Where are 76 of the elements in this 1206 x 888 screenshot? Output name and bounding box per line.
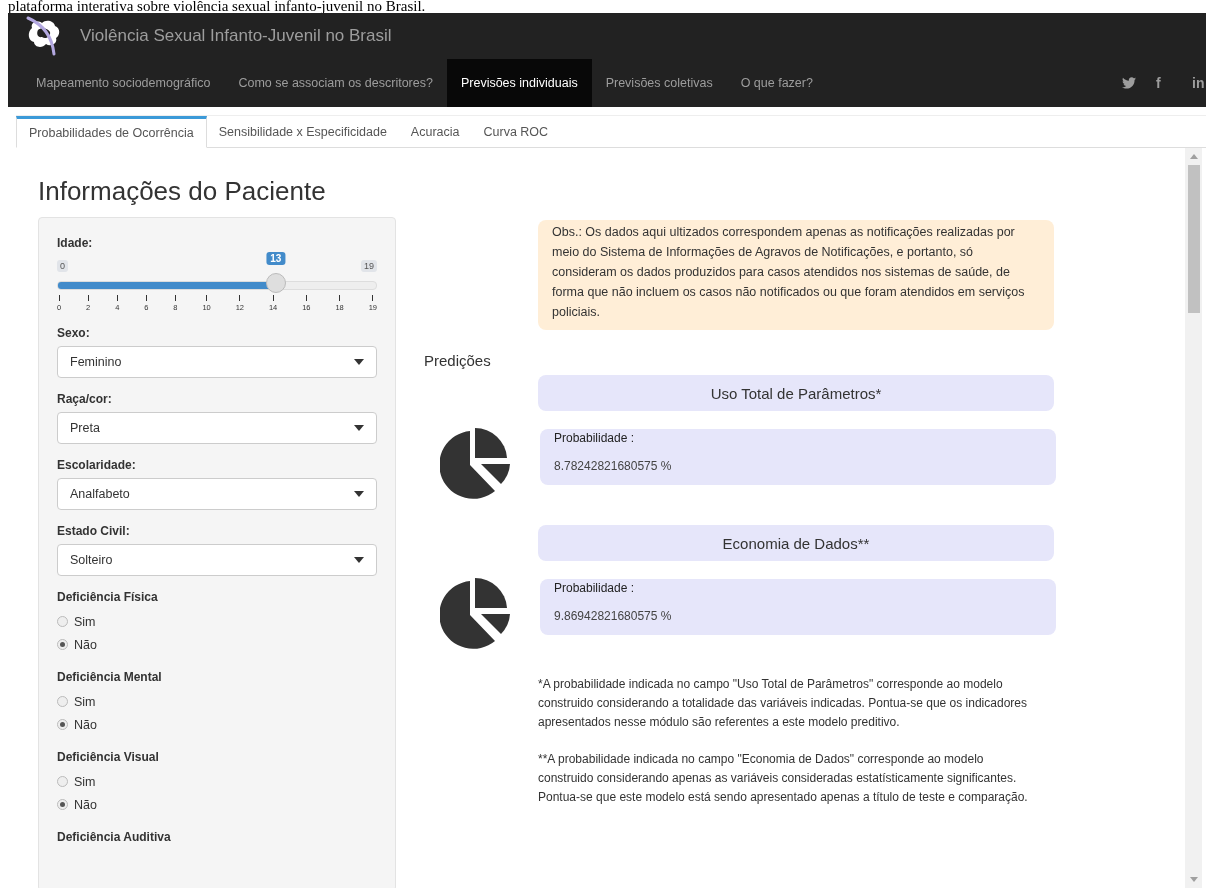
- radio-button[interactable]: [57, 776, 68, 787]
- select-field[interactable]: Preta: [57, 412, 377, 444]
- site-title: Violência Sexual Infanto-Juvenil no Brasil: [80, 26, 392, 46]
- social-link[interactable]: f: [1156, 75, 1170, 91]
- slider-value: 13: [266, 252, 286, 265]
- scrollbar[interactable]: [1185, 148, 1202, 888]
- radio-label[interactable]: Não: [74, 637, 97, 652]
- nav-link[interactable]: O que fazer?: [726, 59, 827, 107]
- probability-value: 9.86942821680575 %: [554, 609, 673, 623]
- field-label: Deficiência Física: [57, 590, 159, 604]
- field-label: Deficiência Mental: [57, 670, 163, 684]
- tick-mark: [58, 295, 60, 301]
- tick-mark: [339, 295, 341, 301]
- scroll-up-icon[interactable]: [1189, 154, 1198, 159]
- radio-label[interactable]: Não: [74, 717, 97, 732]
- slider-min: 0: [57, 260, 68, 272]
- select-field[interactable]: Feminino: [57, 346, 377, 378]
- bird-icon[interactable]: [1122, 77, 1136, 89]
- radio-label[interactable]: Sim: [74, 694, 96, 709]
- tick-mark: [372, 295, 374, 301]
- tab[interactable]: Sensibilidade x Especificidade: [206, 116, 399, 147]
- radio-button[interactable]: [57, 616, 68, 627]
- section-label: Predições: [424, 352, 492, 369]
- nav-link[interactable]: Previsões individuais: [446, 59, 592, 107]
- tick-mark: [174, 295, 176, 301]
- select-field[interactable]: Analfabeto: [57, 478, 377, 510]
- slider-max: 19: [361, 260, 377, 272]
- social-link[interactable]: in: [1192, 75, 1206, 91]
- prediction-title: Uso Total de Parâmetros*: [538, 375, 1054, 411]
- page-caption: plataforma interativa sobre violência sexual infanto-juvenil no Brasil.: [8, 0, 426, 13]
- scroll-down-icon[interactable]: [1189, 877, 1198, 882]
- tick-mark: [305, 295, 307, 301]
- tab[interactable]: Curva ROC: [471, 116, 561, 147]
- radio-button[interactable]: [57, 696, 68, 707]
- nav-link[interactable]: Como se associam os descritores?: [224, 59, 447, 107]
- field-label: Idade:: [57, 236, 94, 250]
- radio-button[interactable]: [57, 799, 68, 810]
- tick-mark: [206, 295, 208, 301]
- slider-handle[interactable]: [265, 273, 286, 293]
- caret-icon: [354, 359, 364, 365]
- radio-button[interactable]: [57, 719, 68, 730]
- field-label: Deficiência Visual: [57, 750, 160, 764]
- slider-track[interactable]: [57, 281, 377, 290]
- select-field[interactable]: Solteiro: [57, 544, 377, 576]
- caret-icon: [354, 557, 364, 563]
- tick-mark: [87, 295, 89, 301]
- tab[interactable]: Acuracia: [398, 116, 472, 147]
- tick-mark: [272, 295, 274, 301]
- radio-button[interactable]: [57, 639, 68, 650]
- field-label: Escolaridade:: [57, 458, 137, 472]
- caret-icon: [354, 425, 364, 431]
- tab[interactable]: Probabilidades de Ocorrência: [16, 116, 207, 148]
- nav-link[interactable]: Mapeamento sociodemográfico: [22, 59, 225, 107]
- radio-label[interactable]: Não: [74, 797, 97, 812]
- pie-chart-icon: [440, 577, 512, 649]
- tick-mark: [145, 295, 147, 301]
- page-heading: Informações do Paciente: [38, 176, 327, 207]
- footnote: *A probabilidade indicada no campo "Uso Total de Parâmetros" corresponde ao modelo construido considerando a totalidade das variáveis indicadas. Pontua-se que os indicadores apresentados nesse módulo são referentes a este modelo preditivo.: [538, 676, 1028, 731]
- probability-label: Probabilidade :: [554, 581, 636, 595]
- caret-icon: [354, 491, 364, 497]
- pie-chart-icon: [440, 427, 512, 499]
- field-label: Raça/cor:: [57, 392, 113, 406]
- tick-mark: [116, 295, 118, 301]
- radio-label[interactable]: Sim: [74, 774, 96, 789]
- field-label: Deficiência Auditiva: [57, 830, 172, 844]
- nav-link[interactable]: Previsões coletivas: [591, 59, 727, 107]
- radio-label[interactable]: Sim: [74, 614, 96, 629]
- probability-label: Probabilidade :: [554, 431, 636, 445]
- prediction-title: Economia de Dados**: [538, 525, 1054, 561]
- scroll-thumb[interactable]: [1187, 165, 1200, 313]
- tick-mark: [239, 295, 241, 301]
- probability-value: 8.78242821680575 %: [554, 459, 673, 473]
- footnote: **A probabilidade indicada no campo "Economia de Dados" corresponde ao modelo construido considerando apenas as variáveis consideradas estatísticamente significantes. Pontua-se que este modelo está sendo apresentado apenas a título de teste e comparação.: [538, 751, 1029, 806]
- notice-box: Obs.: Os dados aqui ultizados correspondem apenas as notificações realizadas por meio do Sistema de Informações de Agravos de Notificações, e portanto, só consideram os dados produzidos para casos atendidos nos sistemas de saúde, de forma que não incluem os casos não notificados ou que foram atendidos em serviços policiais.: [538, 220, 1054, 330]
- field-label: Estado Civil:: [57, 524, 131, 538]
- field-label: Sexo:: [57, 326, 91, 340]
